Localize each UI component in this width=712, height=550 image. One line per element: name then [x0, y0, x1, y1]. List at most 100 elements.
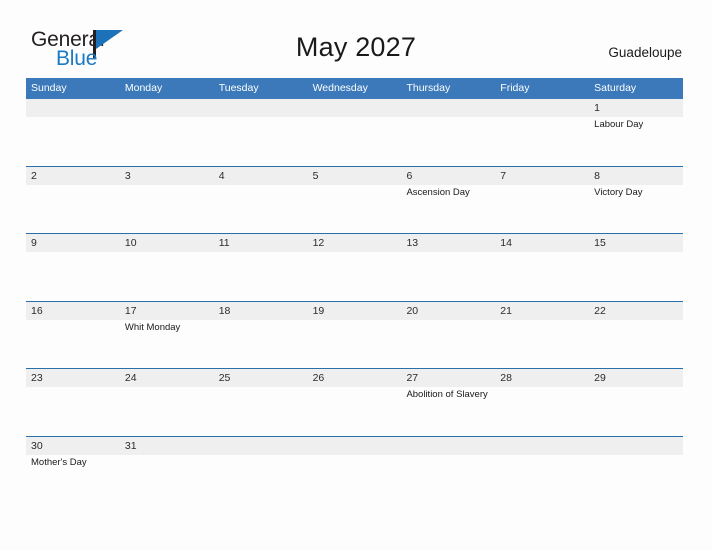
- week-cells: 16 17 Whit Monday 18 19 20 21 22: [26, 302, 683, 369]
- day-number: 18: [218, 304, 231, 317]
- day-event-label: Whit Monday: [124, 321, 181, 333]
- calendar-day-cell[interactable]: 11: [214, 234, 308, 301]
- day-number: 10: [124, 237, 137, 249]
- dow-tuesday: Tuesday: [218, 82, 259, 94]
- day-number: 1: [594, 102, 600, 114]
- calendar-day-cell-empty: [214, 99, 308, 166]
- calendar-day-cell[interactable]: 12: [308, 234, 402, 301]
- calendar-day-cell-empty: [308, 437, 402, 504]
- calendar-day-cell[interactable]: 2: [26, 167, 120, 234]
- day-number: 25: [218, 372, 231, 384]
- week-cells: 23 24 25 26 27 Abolition of Slavery 28 29: [26, 369, 683, 436]
- calendar-week-row: 2 3 4 5 6 Ascension Day 7 8 Victory Day: [26, 165, 683, 234]
- calendar-day-cell[interactable]: 7: [495, 167, 589, 234]
- day-event-label: Mother's Day: [31, 456, 87, 468]
- calendar-day-cell[interactable]: 26: [308, 369, 402, 436]
- calendar-day-cell[interactable]: 13: [401, 234, 495, 301]
- calendar-grid: Sunday Monday Tuesday Wednesday Thursday…: [26, 78, 683, 503]
- day-number: 24: [124, 372, 137, 384]
- calendar-day-cell[interactable]: 27 Abolition of Slavery: [401, 369, 495, 436]
- day-event-label: Abolition of Slavery: [406, 389, 488, 400]
- calendar-day-cell[interactable]: 23: [26, 369, 120, 436]
- calendar-day-cell[interactable]: 19: [308, 302, 402, 369]
- calendar-day-cell-empty: [214, 437, 308, 504]
- calendar-day-cell[interactable]: 29: [589, 369, 683, 436]
- day-number: 22: [594, 304, 606, 317]
- day-number: 5: [312, 169, 319, 182]
- calendar-day-cell[interactable]: 17 Whit Monday: [120, 302, 214, 369]
- day-event-label: Victory Day: [594, 186, 643, 198]
- day-number: 17: [124, 304, 137, 317]
- calendar-week-row: 1 Labour Day: [26, 99, 683, 166]
- calendar-day-cell-empty: [401, 99, 495, 166]
- calendar-day-cell[interactable]: 8 Victory Day: [589, 167, 683, 234]
- day-number: 11: [218, 237, 230, 249]
- day-number: 3: [124, 169, 131, 182]
- day-number: 23: [31, 372, 43, 384]
- day-number: 19: [312, 304, 325, 317]
- calendar-day-cell[interactable]: 4: [214, 167, 308, 234]
- calendar-day-cell[interactable]: 14: [495, 234, 589, 301]
- calendar-day-cell[interactable]: 10: [120, 234, 214, 301]
- calendar-day-cell-empty: [495, 99, 589, 166]
- calendar-week-row: 16 17 Whit Monday 18 19 20 21 22: [26, 300, 683, 369]
- calendar-day-cell[interactable]: 16: [26, 302, 120, 369]
- page-header: General Blue May 2027 Guadeloupe: [0, 0, 712, 78]
- calendar-day-cell[interactable]: 1 Labour Day: [589, 99, 683, 166]
- day-number: 20: [406, 304, 419, 317]
- calendar-week-row: 30 Mother's Day 31: [26, 435, 683, 504]
- week-cells: 2 3 4 5 6 Ascension Day 7 8 Victory Day: [26, 167, 683, 234]
- day-number: 12: [312, 237, 325, 249]
- day-event-label: Labour Day: [594, 119, 644, 130]
- day-number: 13: [406, 237, 419, 249]
- dow-thursday: Thursday: [406, 82, 451, 94]
- calendar-day-cell-empty: [589, 437, 683, 504]
- calendar-week-row: 23 24 25 26 27 Abolition of Slavery 28 29: [26, 368, 683, 436]
- day-number: 4: [218, 169, 225, 182]
- day-number: 30: [31, 439, 43, 452]
- dow-saturday: Saturday: [594, 82, 637, 94]
- day-number: 14: [500, 237, 512, 249]
- dow-wednesday: Wednesday: [312, 82, 368, 94]
- day-number: 6: [406, 169, 413, 182]
- calendar-day-cell-empty: [308, 99, 402, 166]
- calendar-day-cell[interactable]: 15: [589, 234, 683, 301]
- calendar-day-cell[interactable]: 25: [214, 369, 308, 436]
- day-number: 31: [124, 439, 137, 452]
- day-number: 16: [31, 304, 43, 317]
- dow-friday: Friday: [500, 82, 530, 94]
- week-cells: 30 Mother's Day 31: [26, 437, 683, 504]
- day-number: 2: [31, 169, 37, 182]
- page-title: May 2027: [295, 32, 417, 62]
- calendar-day-cell-empty: [26, 99, 120, 166]
- location-label: Guadeloupe: [608, 45, 682, 60]
- day-of-week-header: Sunday Monday Tuesday Wednesday Thursday…: [26, 78, 683, 99]
- calendar-week-row: 9 10 11 12 13 14 15: [26, 233, 683, 301]
- day-number: 27: [406, 372, 419, 384]
- day-event-label: Ascension Day: [406, 186, 470, 198]
- week-cells: 9 10 11 12 13 14 15: [26, 234, 683, 301]
- day-number: 21: [500, 304, 512, 317]
- day-number: 8: [594, 169, 600, 182]
- calendar-day-cell[interactable]: 9: [26, 234, 120, 301]
- calendar-day-cell[interactable]: 24: [120, 369, 214, 436]
- calendar-day-cell[interactable]: 18: [214, 302, 308, 369]
- calendar-day-cell[interactable]: 31: [120, 437, 214, 504]
- calendar-day-cell[interactable]: 20: [401, 302, 495, 369]
- dow-monday: Monday: [124, 82, 163, 94]
- calendar-day-cell[interactable]: 21: [495, 302, 589, 369]
- calendar-weeks: 1 Labour Day 2 3 4 5 6 Ascension Day 7 8 Victory D…: [26, 99, 683, 503]
- day-number: 9: [31, 237, 37, 249]
- calendar-day-cell-empty: [120, 99, 214, 166]
- calendar-day-cell[interactable]: 5: [308, 167, 402, 234]
- calendar-day-cell[interactable]: 22: [589, 302, 683, 369]
- calendar-day-cell-empty: [495, 437, 589, 504]
- calendar-day-cell[interactable]: 30 Mother's Day: [26, 437, 120, 504]
- day-number: 15: [594, 237, 606, 249]
- calendar-day-cell[interactable]: 28: [495, 369, 589, 436]
- calendar-day-cell[interactable]: 3: [120, 167, 214, 234]
- dow-sunday: Sunday: [31, 82, 67, 94]
- day-number: 29: [594, 372, 606, 384]
- calendar-day-cell[interactable]: 6 Ascension Day: [401, 167, 495, 234]
- day-number: 26: [312, 372, 325, 384]
